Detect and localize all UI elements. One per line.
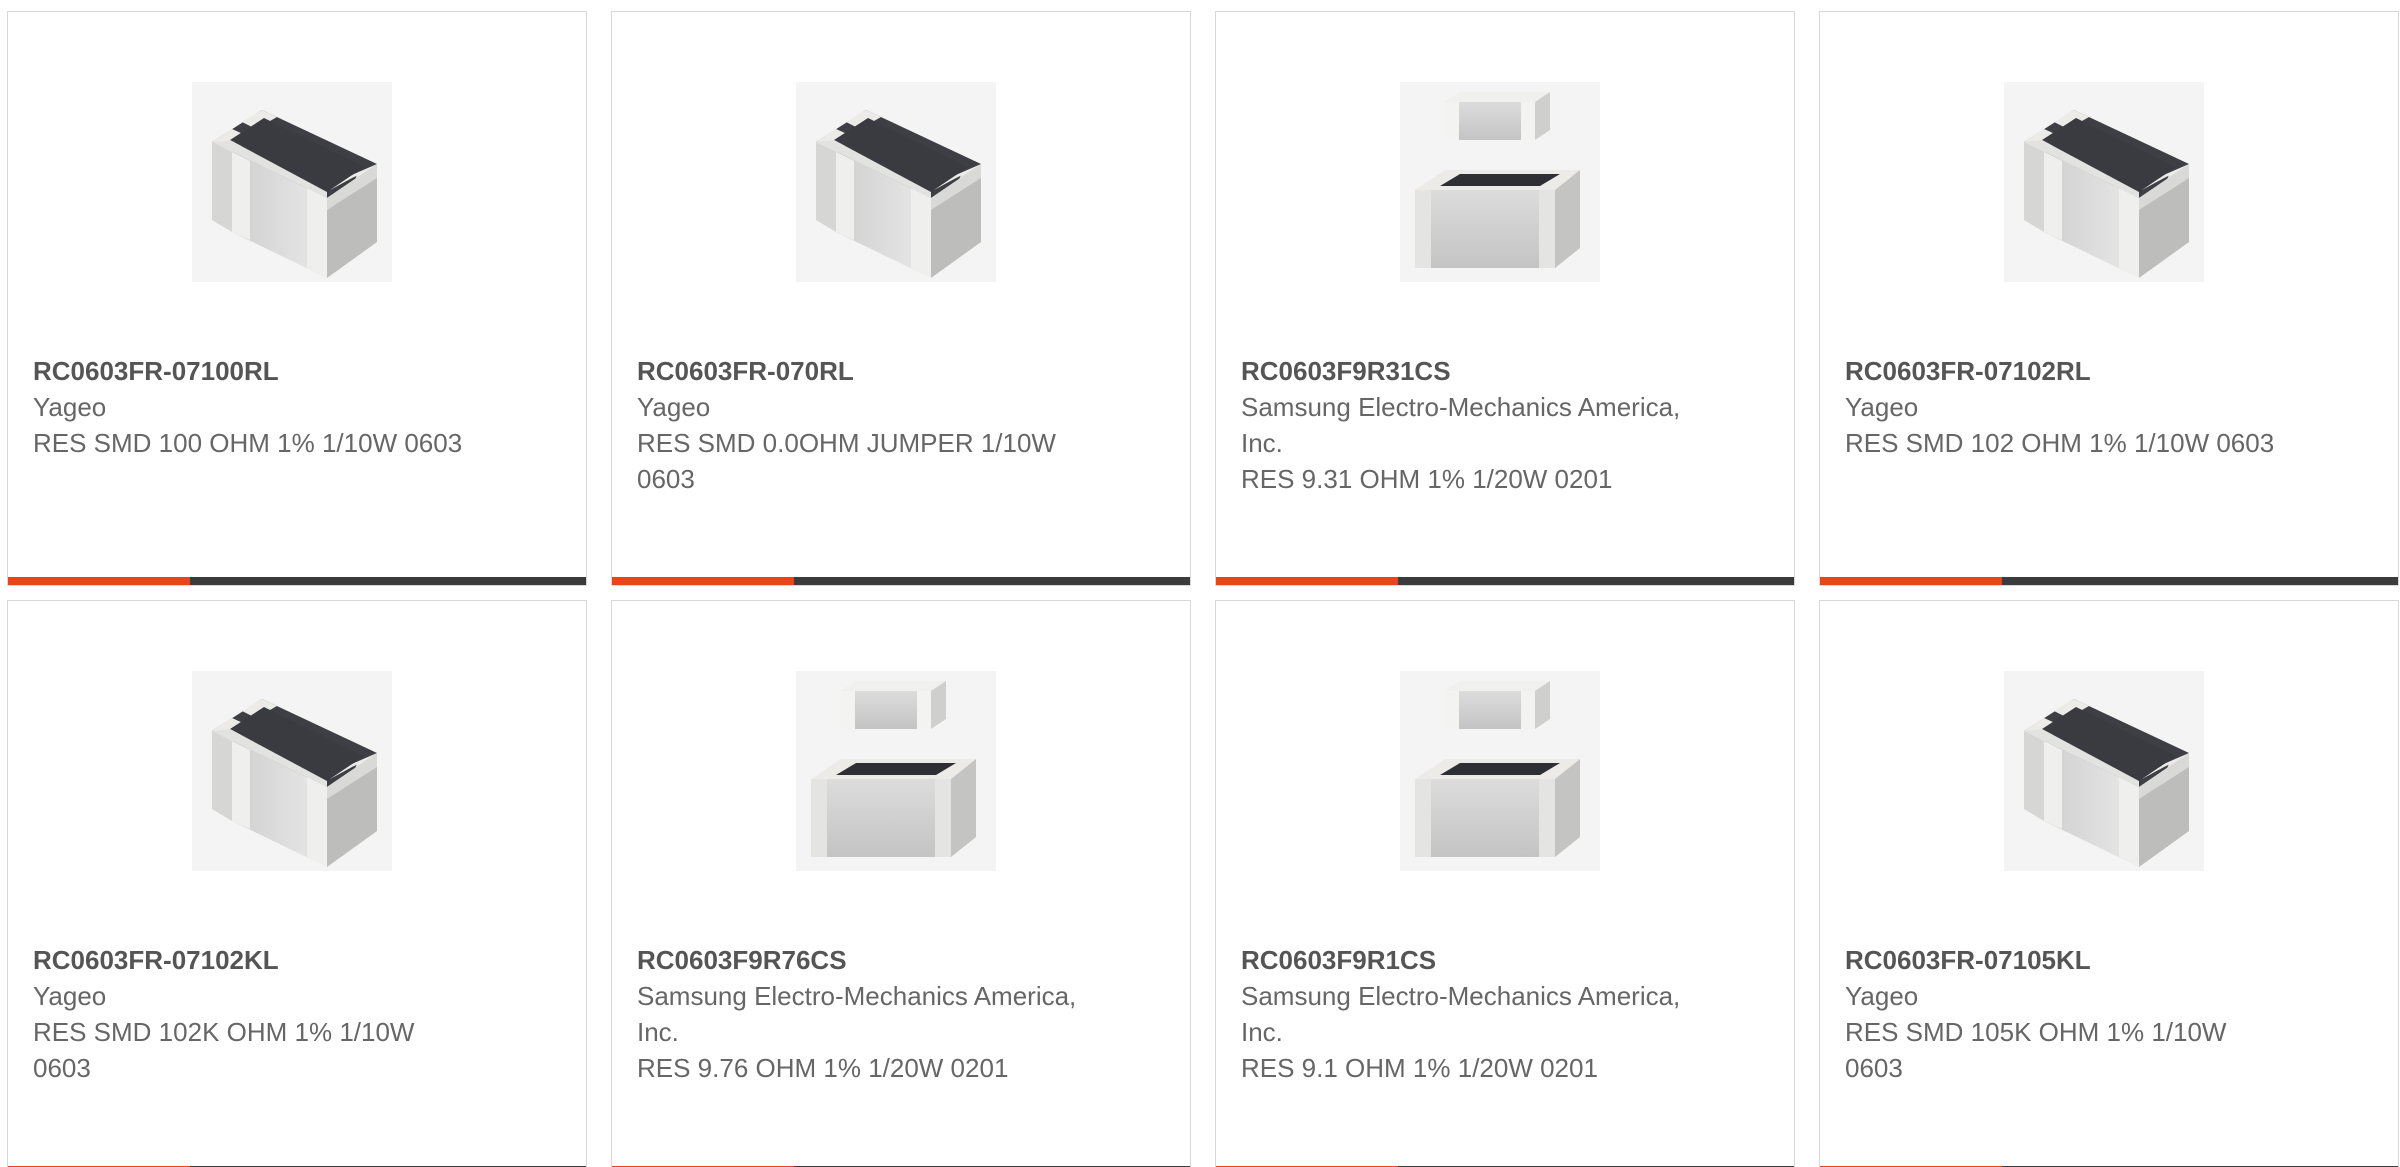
resistor-pair-icon[interactable] (1400, 671, 1600, 871)
product-image (192, 82, 392, 282)
product-image (2004, 82, 2204, 282)
part-number[interactable]: RC0603F9R1CS (1241, 942, 1681, 978)
description: RES 9.76 OHM 1% 1/20W 0201 (637, 1053, 1009, 1083)
resistor-pair-icon[interactable] (796, 671, 996, 871)
resistor-chip-icon[interactable] (2004, 671, 2204, 871)
product-image (2004, 671, 2204, 871)
product-info: RC0603FR-07102RL Yageo RES SMD 102 OHM 1… (1845, 353, 2285, 461)
product-card[interactable]: RC0603FR-07102RL Yageo RES SMD 102 OHM 1… (1819, 11, 2399, 586)
product-card[interactable]: RC0603F9R76CS Samsung Electro-Mechanics … (611, 600, 1191, 1167)
product-info: RC0603F9R1CS Samsung Electro-Mechanics A… (1241, 942, 1681, 1086)
card-footer-bar (1820, 577, 2398, 585)
part-number[interactable]: RC0603F9R76CS (637, 942, 1077, 978)
manufacturer: Samsung Electro-Mechanics America, Inc. (1241, 392, 1681, 458)
manufacturer: Samsung Electro-Mechanics America, Inc. (1241, 981, 1681, 1047)
resistor-chip-icon[interactable] (2004, 82, 2204, 282)
manufacturer: Yageo (1845, 981, 1919, 1011)
resistor-chip-icon[interactable] (192, 82, 392, 282)
description: RES 9.31 OHM 1% 1/20W 0201 (1241, 464, 1613, 494)
manufacturer: Samsung Electro-Mechanics America, Inc. (637, 981, 1077, 1047)
part-number[interactable]: RC0603FR-07102RL (1845, 353, 2285, 389)
card-accent (1820, 577, 2002, 585)
product-info: RC0603FR-07102KL Yageo RES SMD 102K OHM … (33, 942, 473, 1086)
product-image (796, 671, 996, 871)
card-footer-bar (612, 577, 1190, 585)
product-card[interactable]: RC0603FR-07102KL Yageo RES SMD 102K OHM … (7, 600, 587, 1167)
manufacturer: Yageo (1845, 392, 1919, 422)
product-card[interactable]: RC0603FR-07100RL Yageo RES SMD 100 OHM 1… (7, 11, 587, 586)
part-number[interactable]: RC0603FR-07100RL (33, 353, 473, 389)
product-info: RC0603FR-070RL Yageo RES SMD 0.0OHM JUMP… (637, 353, 1077, 497)
description: RES SMD 102 OHM 1% 1/10W 0603 (1845, 428, 2275, 458)
product-grid: RC0603FR-07100RL Yageo RES SMD 100 OHM 1… (0, 0, 2400, 1167)
resistor-chip-icon[interactable] (796, 82, 996, 282)
product-card[interactable]: RC0603FR-07105KL Yageo RES SMD 105K OHM … (1819, 600, 2399, 1167)
card-footer-bar (8, 577, 586, 585)
card-accent (1216, 577, 1398, 585)
product-image (1400, 671, 1600, 871)
part-number[interactable]: RC0603FR-070RL (637, 353, 1077, 389)
part-number[interactable]: RC0603FR-07105KL (1845, 942, 2285, 978)
part-number[interactable]: RC0603FR-07102KL (33, 942, 473, 978)
manufacturer: Yageo (33, 392, 107, 422)
product-card[interactable]: RC0603F9R1CS Samsung Electro-Mechanics A… (1215, 600, 1795, 1167)
part-number[interactable]: RC0603F9R31CS (1241, 353, 1681, 389)
product-info: RC0603FR-07100RL Yageo RES SMD 100 OHM 1… (33, 353, 473, 461)
card-accent (612, 577, 794, 585)
resistor-pair-icon[interactable] (1400, 82, 1600, 282)
product-image (796, 82, 996, 282)
description: RES SMD 105K OHM 1% 1/10W 0603 (1845, 1017, 2227, 1083)
manufacturer: Yageo (33, 981, 107, 1011)
card-footer-bar (1216, 577, 1794, 585)
product-image (1400, 82, 1600, 282)
card-accent (8, 577, 190, 585)
product-image (192, 671, 392, 871)
product-card[interactable]: RC0603F9R31CS Samsung Electro-Mechanics … (1215, 11, 1795, 586)
product-info: RC0603FR-07105KL Yageo RES SMD 105K OHM … (1845, 942, 2285, 1086)
resistor-chip-icon[interactable] (192, 671, 392, 871)
manufacturer: Yageo (637, 392, 711, 422)
description: RES SMD 0.0OHM JUMPER 1/10W 0603 (637, 428, 1056, 494)
product-info: RC0603F9R76CS Samsung Electro-Mechanics … (637, 942, 1077, 1086)
description: RES SMD 102K OHM 1% 1/10W 0603 (33, 1017, 415, 1083)
description: RES SMD 100 OHM 1% 1/10W 0603 (33, 428, 463, 458)
product-info: RC0603F9R31CS Samsung Electro-Mechanics … (1241, 353, 1681, 497)
description: RES 9.1 OHM 1% 1/20W 0201 (1241, 1053, 1598, 1083)
product-card[interactable]: RC0603FR-070RL Yageo RES SMD 0.0OHM JUMP… (611, 11, 1191, 586)
